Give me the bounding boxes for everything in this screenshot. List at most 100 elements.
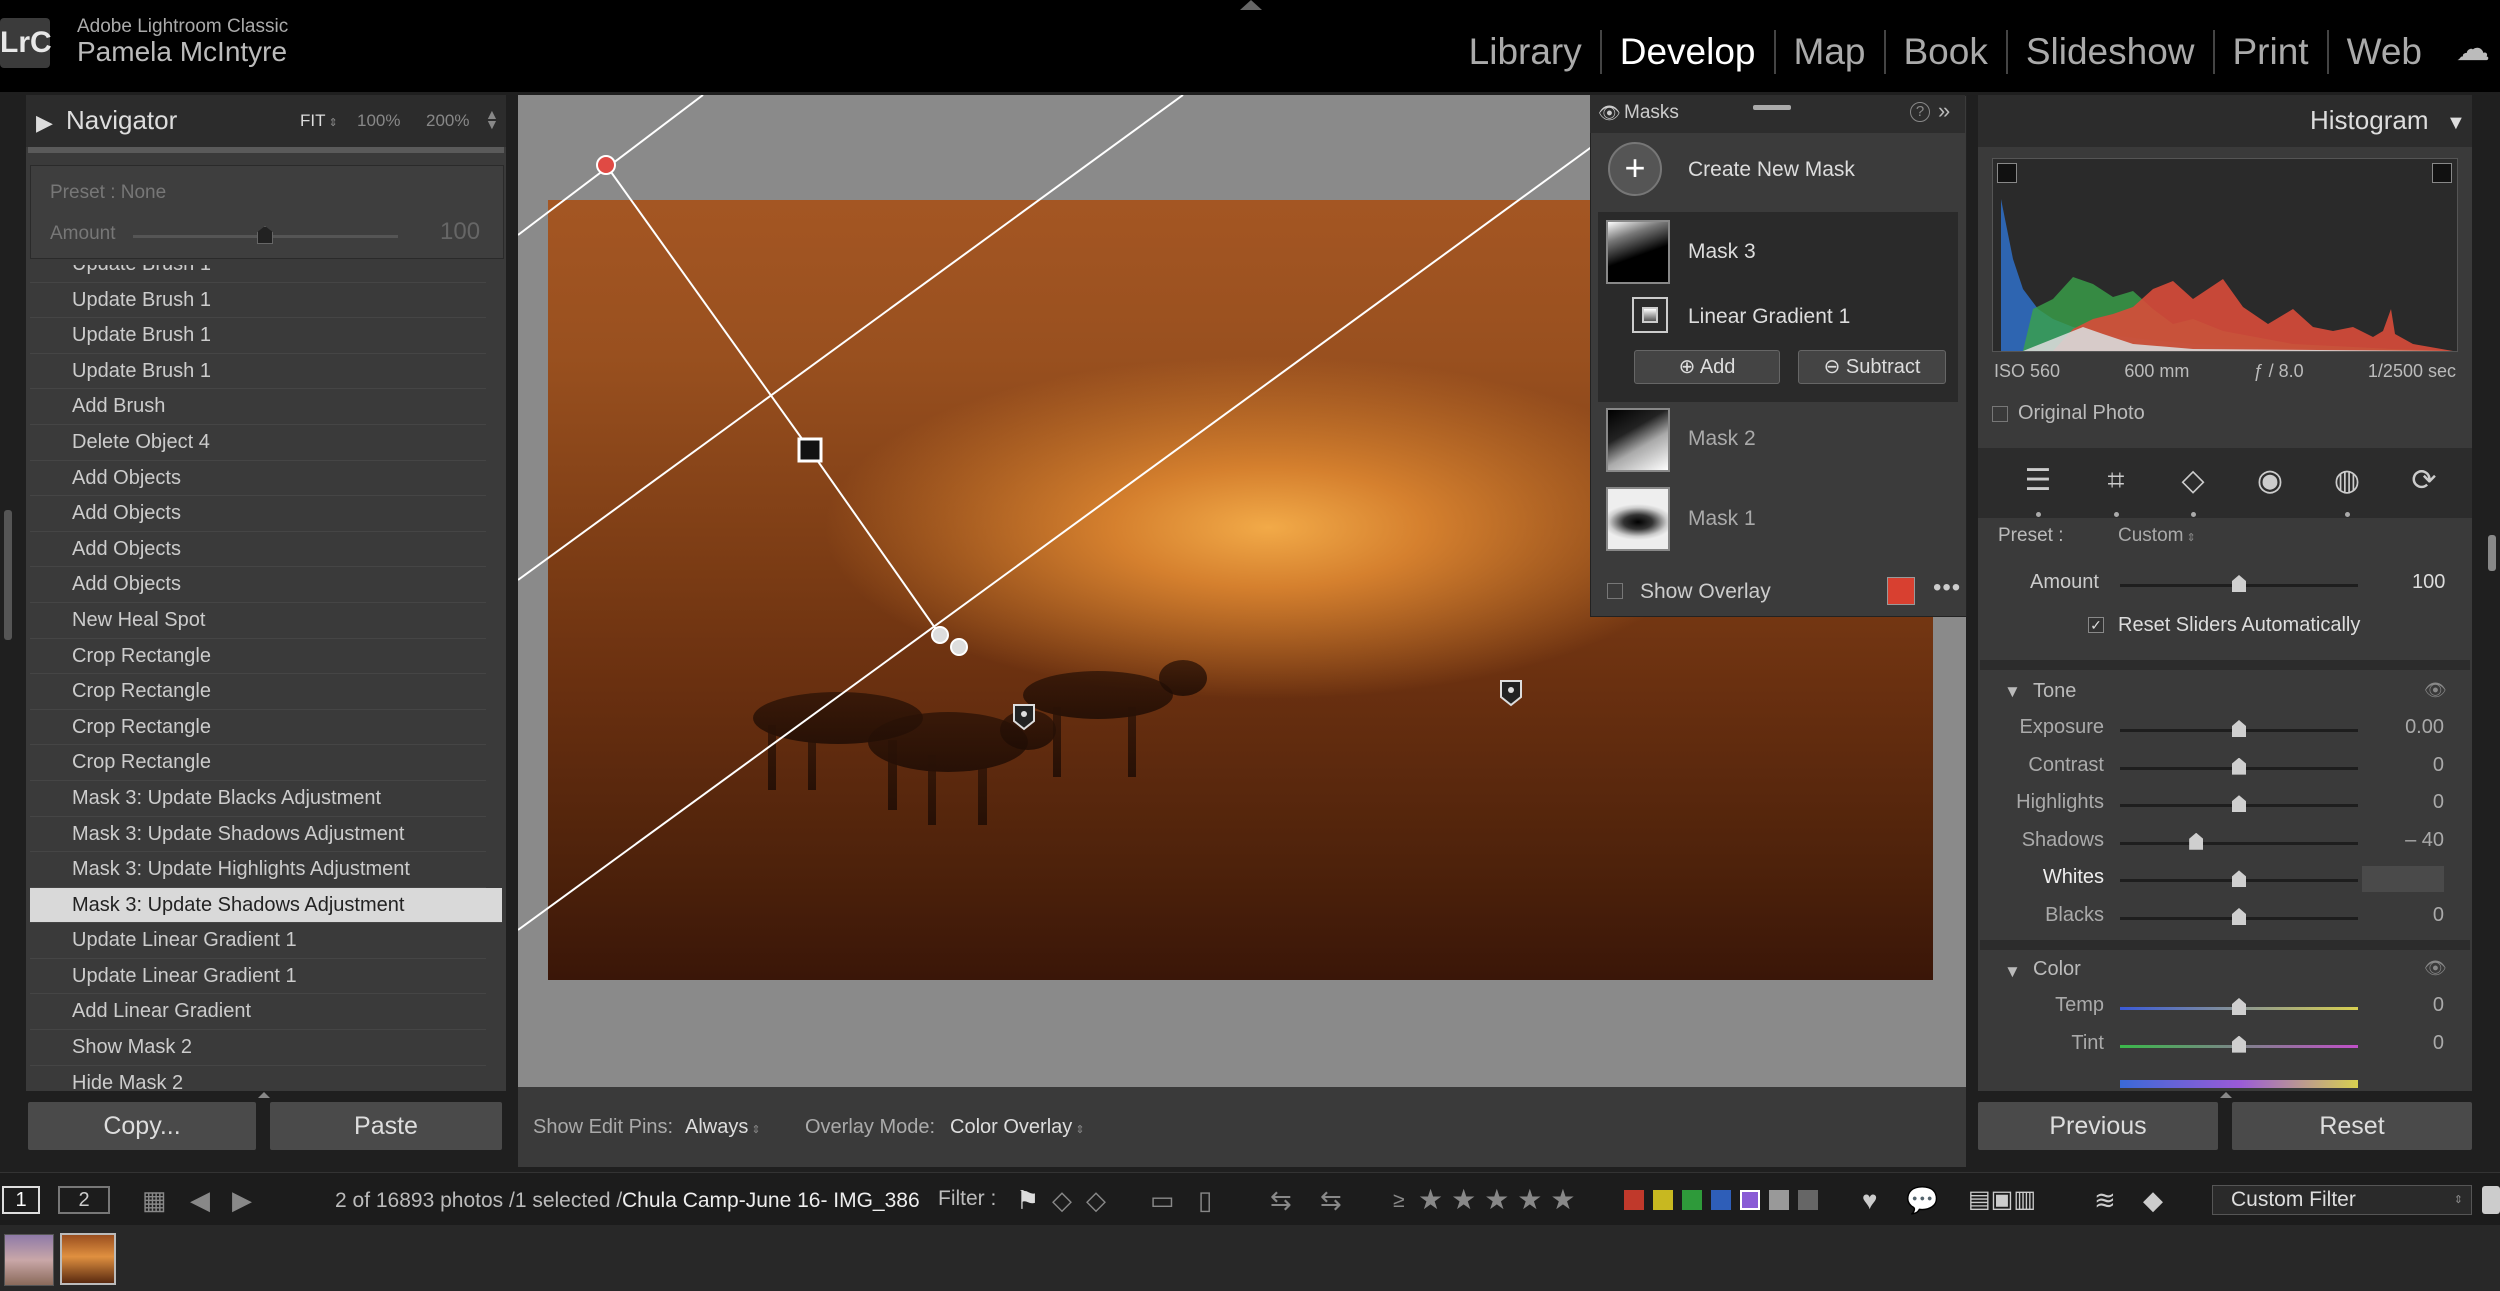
slider-track-shadows[interactable] (2120, 841, 2358, 845)
zoom-stepper-icon[interactable]: ▲ ▼ (485, 107, 499, 131)
zoom-200[interactable]: 200% (426, 111, 469, 131)
color-label-filter[interactable] (1798, 1190, 1818, 1210)
mask-3-thumbnail[interactable] (1606, 220, 1670, 284)
create-new-mask-button[interactable]: + (1608, 142, 1662, 196)
histogram-disclosure-icon[interactable]: ▼ (2446, 112, 2466, 135)
module-book[interactable]: Book (1886, 30, 2008, 74)
history-item[interactable]: Add Objects (30, 496, 486, 532)
create-new-mask-label[interactable]: Create New Mask (1688, 158, 1855, 182)
history-item[interactable]: Show Mask 2 (30, 1030, 486, 1066)
filename[interactable]: Chula Camp-June 16- IMG_386 (622, 1189, 920, 1213)
drag-handle[interactable] (1753, 105, 1791, 110)
tone-disclosure-icon[interactable]: ▼ (2004, 682, 2021, 702)
show-overlay-label[interactable]: Show Overlay (1640, 580, 1771, 604)
navigator-disclosure-icon[interactable]: ▶ (36, 110, 53, 136)
color-label-filter[interactable] (1682, 1190, 1702, 1210)
view-mode-icons[interactable]: ▤▣▥ (1968, 1186, 2036, 1214)
lock-filter-icon[interactable] (2482, 1186, 2500, 1214)
slider-value-blacks[interactable]: 0 (2384, 904, 2444, 927)
reset-sliders-checkbox[interactable]: ✓ (2088, 617, 2104, 633)
user-name[interactable]: Pamela McIntyre (77, 36, 287, 68)
history-item[interactable]: Mask 3: Update Highlights Adjustment (30, 852, 486, 888)
heart-icon[interactable]: ♥ (1862, 1186, 1877, 1214)
zoom-fit[interactable]: FIT ⇕ (300, 111, 338, 131)
slider-value-tint[interactable]: 0 (2384, 1032, 2444, 1055)
flag-rejected-icon[interactable]: ◇ (1086, 1186, 1106, 1214)
history-item[interactable]: Update Brush 1 (30, 283, 486, 319)
slider-value-contrast[interactable]: 0 (2384, 754, 2444, 777)
mask-2-label[interactable]: Mask 2 (1688, 427, 1756, 451)
copy-button[interactable]: Copy... (28, 1102, 256, 1150)
tone-visibility-icon[interactable]: 👁 (2424, 680, 2447, 701)
more-options-icon[interactable]: ••• (1933, 574, 1961, 602)
show-overlay-checkbox[interactable] (1607, 583, 1623, 599)
flag-pick-icon[interactable]: ⚑ (1016, 1186, 1039, 1214)
color-label-filter[interactable] (1653, 1190, 1673, 1210)
add-to-mask-button[interactable]: ⊕ Add (1634, 350, 1780, 384)
mask-amount-value[interactable]: 100 (2412, 571, 2445, 594)
slider-value-exposure[interactable]: 0.00 (2384, 716, 2444, 739)
histogram-chart[interactable] (1992, 158, 2458, 352)
reset-button[interactable]: Reset (2232, 1102, 2472, 1150)
module-develop[interactable]: Develop (1602, 30, 1776, 74)
video-filter-icon[interactable]: ⇆ (1270, 1186, 1292, 1214)
filmstrip-thumbnail-selected[interactable] (60, 1233, 116, 1285)
history-item[interactable]: Update Brush 1 (30, 354, 486, 390)
window-1-button[interactable]: 1 (2, 1186, 40, 1214)
history-item[interactable]: New Heal Spot (30, 603, 486, 639)
paste-button[interactable]: Paste (270, 1102, 502, 1150)
stack-filter-icon[interactable]: ⇆ (1320, 1186, 1342, 1214)
crop-icon[interactable]: ⌗ (2097, 462, 2135, 500)
history-item[interactable]: Update Brush 1 (30, 265, 486, 283)
tone-title[interactable]: Tone (2033, 680, 2076, 703)
flag-unflagged-icon[interactable]: ◇ (1052, 1186, 1072, 1214)
history-item[interactable]: Mask 3: Update Shadows Adjustment (30, 817, 486, 853)
rating-gte[interactable]: ≥ (1393, 1189, 1405, 1213)
history-item[interactable]: Update Brush 1 (30, 318, 486, 354)
right-panel-scrollbar[interactable] (2488, 535, 2496, 571)
history-item[interactable]: Crop Rectangle (30, 639, 486, 675)
mask-preset-select[interactable]: Custom ⇕ (2118, 525, 2196, 547)
color-title[interactable]: Color (2033, 958, 2081, 981)
history-item[interactable]: Crop Rectangle (30, 745, 486, 781)
healing-icon[interactable]: ◇ (2174, 462, 2212, 500)
history-item[interactable]: Add Objects (30, 532, 486, 568)
swap-icon[interactable]: ◆ (2143, 1186, 2163, 1214)
history-item[interactable]: Hide Mask 2 (30, 1066, 486, 1091)
highlight-clipping-toggle[interactable] (2432, 163, 2452, 183)
mask-2-thumbnail[interactable] (1606, 408, 1670, 472)
comment-icon[interactable]: 💬 (1906, 1186, 1938, 1214)
panel-toggle-top[interactable] (1240, 0, 1262, 10)
edit-sliders-icon[interactable]: ☰ (2019, 462, 2057, 500)
virtual-copy-filter-icon[interactable]: ▭ (1150, 1186, 1175, 1214)
color-visibility-icon[interactable]: 👁 (2424, 958, 2447, 979)
overlay-mode-select[interactable]: Color Overlay ⇕ (950, 1116, 1085, 1139)
previous-button[interactable]: Previous (1978, 1102, 2218, 1150)
history-item[interactable]: Add Objects (30, 461, 486, 497)
history-item[interactable]: Add Brush (30, 389, 486, 425)
module-slideshow[interactable]: Slideshow (2008, 30, 2215, 74)
grid-view-icon[interactable]: ▦ (142, 1186, 167, 1214)
window-2-button[interactable]: 2 (58, 1186, 110, 1214)
master-photo-filter-icon[interactable]: ▯ (1198, 1186, 1212, 1214)
gradient-end-pin-outer[interactable] (950, 638, 968, 656)
eye-icon[interactable]: 👁 (1598, 103, 1621, 124)
history-item[interactable]: Mask 3: Update Shadows Adjustment (30, 887, 502, 924)
subtract-from-mask-button[interactable]: ⊖ Subtract (1798, 350, 1946, 384)
zoom-100[interactable]: 100% (357, 111, 400, 131)
filmstrip-thumbnail[interactable] (4, 1234, 54, 1286)
slider-value-temp[interactable]: 0 (2384, 994, 2444, 1017)
history-item[interactable]: Crop Rectangle (30, 710, 486, 746)
star-rating-filter[interactable]: ★★★★★ (1418, 1186, 1584, 1214)
module-map[interactable]: Map (1776, 30, 1886, 74)
history-item[interactable]: Crop Rectangle (30, 674, 486, 710)
color-label-filter[interactable] (1769, 1190, 1789, 1210)
custom-filter-select[interactable]: Custom Filter ⇕ (2212, 1185, 2472, 1215)
slider-value-highlights[interactable]: 0 (2384, 791, 2444, 814)
layers-icon[interactable]: ≋ (2094, 1186, 2116, 1214)
shadow-clipping-toggle[interactable] (1997, 163, 2017, 183)
history-item[interactable]: Delete Object 4 (30, 425, 486, 461)
mask-3-label[interactable]: Mask 3 (1688, 240, 1756, 264)
gradient-center-pin[interactable] (797, 437, 823, 463)
history-item[interactable]: Mask 3: Update Blacks Adjustment (30, 781, 486, 817)
